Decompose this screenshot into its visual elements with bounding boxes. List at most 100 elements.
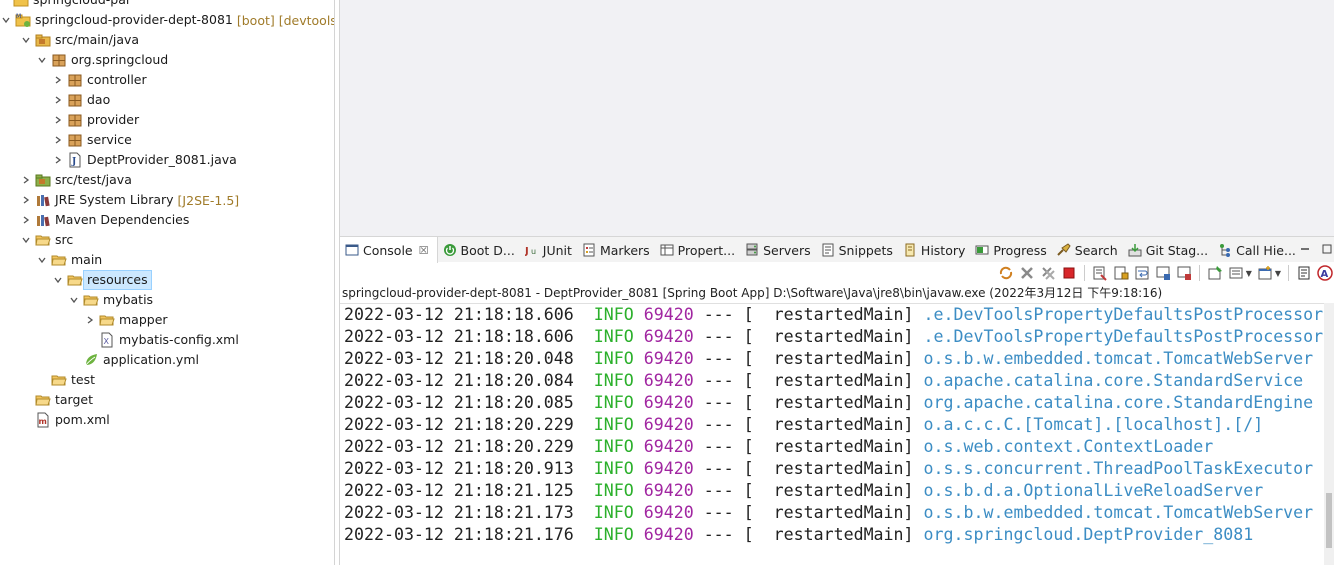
tab-call-hierarchy[interactable]: Call Hie... <box>1213 237 1301 263</box>
log-thread: restartedMain] <box>773 459 914 478</box>
chevron-down-icon[interactable] <box>36 250 48 270</box>
tree-item-deptprovider-java[interactable]: J DeptProvider_8081.java <box>0 150 334 170</box>
tree-item-maven-dependencies[interactable]: Maven Dependencies <box>0 210 334 230</box>
tab-boot-dashboard[interactable]: Boot D... <box>438 237 520 263</box>
chevron-right-icon[interactable] <box>84 310 96 330</box>
view-tab-bar: Console ☒ Boot D... Ju JUnit Markers Pro… <box>340 236 1334 263</box>
tree-item-mapper[interactable]: mapper <box>0 310 334 330</box>
tab-history[interactable]: History <box>898 237 970 263</box>
remove-all-terminated-icon[interactable] <box>1040 265 1056 281</box>
scrollbar-thumb[interactable] <box>1326 493 1332 548</box>
tree-label: target <box>55 392 94 407</box>
tab-junit[interactable]: Ju JUnit <box>520 237 577 263</box>
tree-item-dao[interactable]: dao <box>0 90 334 110</box>
minimize-icon[interactable] <box>1297 241 1313 257</box>
log-timestamp: 2022-03-12 21:18:21.176 <box>344 525 574 544</box>
vertical-scrollbar[interactable] <box>1324 303 1334 565</box>
chevron-right-icon[interactable] <box>52 150 64 170</box>
tab-label: Servers <box>763 242 811 258</box>
chevron-right-icon[interactable] <box>20 190 32 210</box>
tree-label: controller <box>87 72 147 87</box>
chevron-down-icon[interactable] <box>52 270 64 290</box>
tree-item-resources[interactable]: resources <box>0 270 334 290</box>
tab-search[interactable]: Search <box>1052 237 1123 263</box>
chevron-right-icon[interactable] <box>52 70 64 90</box>
terminate-icon[interactable] <box>1061 265 1077 281</box>
console-output[interactable]: 2022-03-12 21:18:18.606 INFO 69420 --- [… <box>340 303 1325 565</box>
tree-item-src[interactable]: src <box>0 230 334 250</box>
clear-console-icon[interactable] <box>1092 265 1108 281</box>
tree-item-src-test-java[interactable]: src/test/java <box>0 170 334 190</box>
chevron-right-icon[interactable] <box>20 210 32 230</box>
tab-console[interactable]: Console ☒ <box>340 237 438 263</box>
tree-item-main[interactable]: main <box>0 250 334 270</box>
tree-item-project[interactable]: M springcloud-provider-dept-8081 [boot] … <box>0 10 334 30</box>
svg-text:u: u <box>531 247 536 256</box>
log-separator: --- <box>703 327 734 346</box>
log-level: INFO <box>593 415 634 434</box>
word-wrap-icon[interactable] <box>1134 265 1150 281</box>
scroll-lock-icon[interactable] <box>1113 265 1129 281</box>
show-stderr-icon[interactable] <box>1176 265 1192 281</box>
tree-item-provider[interactable]: provider <box>0 110 334 130</box>
tab-servers[interactable]: Servers <box>740 237 816 263</box>
log-logger: o.apache.catalina.core.StandardService <box>923 371 1304 390</box>
tree-item-target[interactable]: target <box>0 390 334 410</box>
tree-item-jre-system-library[interactable]: JRE System Library [J2SE-1.5] <box>0 190 334 210</box>
chevron-right-icon[interactable] <box>52 90 64 110</box>
package-icon <box>67 132 83 148</box>
log-timestamp: 2022-03-12 21:18:20.913 <box>344 459 574 478</box>
display-selected-console-icon[interactable] <box>1228 265 1244 281</box>
chevron-down-icon[interactable]: ▼ <box>1275 269 1281 278</box>
tree-item-src-main-java[interactable]: src/main/java <box>0 30 334 50</box>
copy-icon[interactable] <box>1296 265 1312 281</box>
maximize-icon[interactable] <box>1319 241 1334 257</box>
open-console-icon[interactable] <box>1257 265 1273 281</box>
tab-properties[interactable]: Propert... <box>655 237 740 263</box>
console-toolbar: ▼ ▼ A <box>340 262 1334 284</box>
log-thread: restartedMain] <box>773 481 914 500</box>
close-icon[interactable]: ☒ <box>419 244 429 257</box>
chevron-down-icon[interactable] <box>20 30 32 50</box>
tree-item-pom-xml[interactable]: m pom.xml <box>0 410 334 430</box>
log-thread-bracket: [ <box>743 327 754 346</box>
log-thread: restartedMain] <box>773 437 914 456</box>
tree-item-mybatis[interactable]: mybatis <box>0 290 334 310</box>
tree-item-org-springcloud[interactable]: org.springcloud <box>0 50 334 70</box>
pin-console-icon[interactable] <box>1207 265 1223 281</box>
spelling-icon[interactable]: A <box>1317 265 1333 281</box>
tab-git-staging[interactable]: Git Stag... <box>1123 237 1213 263</box>
log-logger: org.springcloud.DeptProvider_8081 <box>923 525 1254 544</box>
tab-label: Call Hie... <box>1236 242 1296 258</box>
chevron-right-icon[interactable] <box>20 170 32 190</box>
chevron-right-icon[interactable] <box>52 110 64 130</box>
svg-text:M: M <box>16 13 21 20</box>
relaunch-icon[interactable] <box>998 265 1014 281</box>
remove-launch-icon[interactable] <box>1019 265 1035 281</box>
package-icon <box>67 92 83 108</box>
tree-label: DeptProvider_8081.java <box>87 152 237 167</box>
tab-progress[interactable]: Progress <box>970 237 1051 263</box>
tree-item-application-yml[interactable]: application.yml <box>0 350 334 370</box>
tree-item-test[interactable]: test <box>0 370 334 390</box>
tab-label: Markers <box>599 242 650 258</box>
tree-item-mybatis-config-xml[interactable]: X mybatis-config.xml <box>0 330 334 350</box>
properties-icon <box>660 243 674 257</box>
log-pid: 69420 <box>643 481 694 500</box>
tab-snippets[interactable]: Snippets <box>816 237 898 263</box>
show-stdout-icon[interactable] <box>1155 265 1171 281</box>
log-logger: o.s.web.context.ContextLoader <box>923 437 1214 456</box>
tree-item-controller[interactable]: controller <box>0 70 334 90</box>
chevron-down-icon[interactable] <box>36 50 48 70</box>
tab-markers[interactable]: Markers <box>577 237 655 263</box>
chevron-down-icon[interactable] <box>0 10 12 30</box>
tree-item-service[interactable]: service <box>0 130 334 150</box>
chevron-right-icon[interactable] <box>52 130 64 150</box>
chevron-down-icon[interactable] <box>68 290 80 310</box>
tree-label: dao <box>87 92 111 107</box>
folder-icon <box>99 312 115 328</box>
tree-item-springcloud-pai[interactable]: springcloud-pai <box>0 0 334 10</box>
folder-icon <box>35 392 51 408</box>
chevron-down-icon[interactable]: ▼ <box>1246 269 1252 278</box>
chevron-down-icon[interactable] <box>20 230 32 250</box>
